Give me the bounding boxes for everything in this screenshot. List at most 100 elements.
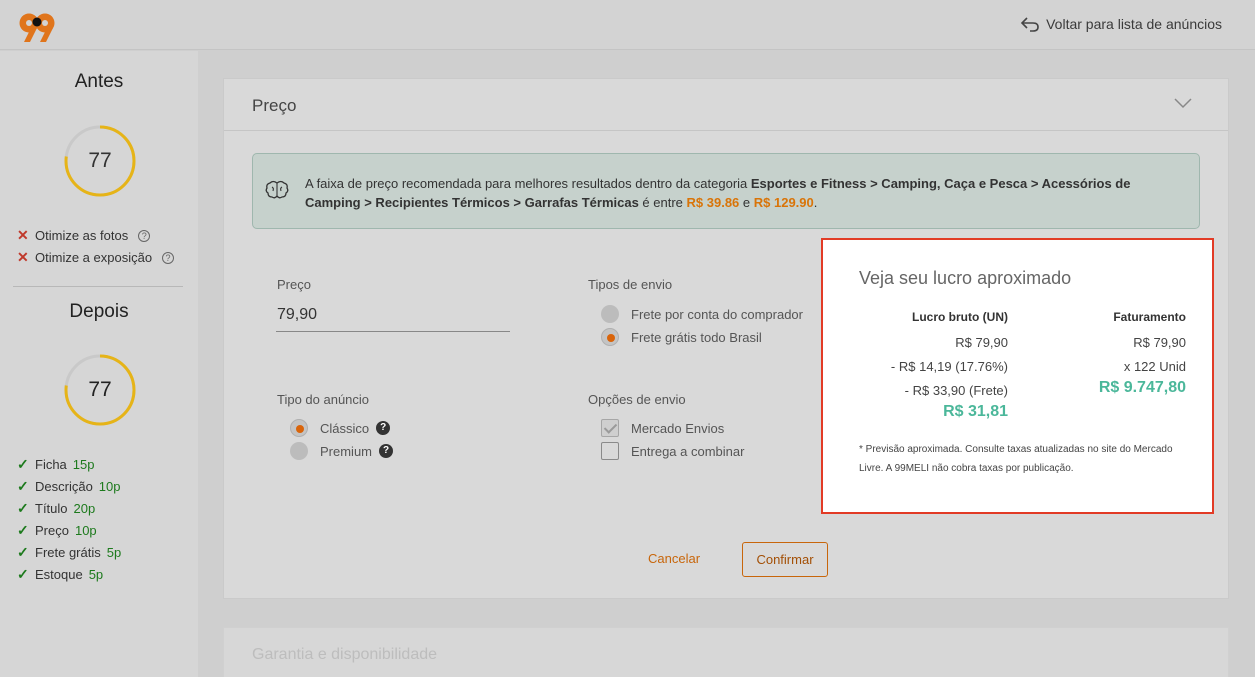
- profit-estimate-panel: Veja seu lucro aproximado Lucro bruto (U…: [821, 238, 1214, 514]
- after-score-value: 77: [88, 378, 112, 401]
- before-title: Antes: [74, 71, 124, 92]
- gross-line: - R$ 14,19 (17.76%): [890, 359, 1008, 374]
- chevron-down-icon[interactable]: [1174, 97, 1192, 109]
- before-score-gauge: 77: [63, 124, 137, 198]
- back-to-listings-link[interactable]: Voltar para lista de anúncios: [1020, 16, 1222, 32]
- achievement-points: 10p: [98, 479, 121, 494]
- price-recommendation-banner: A faixa de preço recomendada para melhor…: [252, 153, 1200, 229]
- info-prefix: A faixa de preço recomendada para melhor…: [305, 176, 751, 191]
- x-icon: ✕: [17, 227, 29, 243]
- info-and: e: [739, 195, 754, 210]
- achievement-points: 20p: [73, 501, 96, 516]
- radio-label: Clássico: [320, 420, 370, 436]
- shipping-type-label: Tipos de envio: [588, 277, 673, 292]
- warranty-card[interactable]: Garantia e disponibilidade: [223, 627, 1229, 677]
- price-range-min: R$ 39.86: [686, 195, 740, 210]
- profit-title: Veja seu lucro aproximado: [859, 268, 1072, 288]
- achievement-item: ✓ Estoque 5p: [17, 566, 103, 583]
- radio-label: Frete por conta do comprador: [631, 306, 803, 322]
- achievement-label: Título: [35, 501, 68, 516]
- radio-shipping-buyer[interactable]: Frete por conta do comprador: [601, 305, 803, 323]
- achievement-label: Ficha: [35, 457, 67, 472]
- logo-99-icon[interactable]: [18, 10, 60, 44]
- radio-button-selected[interactable]: [290, 419, 308, 437]
- back-arrow-icon: [1020, 17, 1039, 32]
- help-icon[interactable]: ?: [376, 421, 391, 435]
- achievement-label: Descrição: [35, 479, 93, 494]
- achievement-item: ✓ Preço 10p: [17, 522, 97, 539]
- gross-line: - R$ 33,90 (Frete): [904, 383, 1008, 398]
- checkbox-mercado-envios[interactable]: Mercado Envios: [601, 419, 724, 437]
- gross-line: R$ 79,90: [955, 335, 1008, 350]
- radio-shipping-free[interactable]: Frete grátis todo Brasil: [601, 328, 762, 346]
- revenue-line: R$ 79,90: [1133, 335, 1186, 350]
- check-icon: ✓: [17, 522, 29, 538]
- check-icon: ✓: [17, 456, 29, 472]
- checkbox-label: Mercado Envios: [631, 420, 725, 436]
- issue-label: Otimize a exposição: [35, 250, 153, 265]
- price-input-underline: [276, 331, 510, 332]
- sidebar-divider: [13, 286, 183, 287]
- achievement-item: ✓ Frete grátis 5p: [17, 544, 121, 561]
- issue-label: Otimize as fotos: [35, 228, 129, 243]
- price-range-max: R$ 129.90: [753, 195, 814, 210]
- issue-item: ✕ Otimize a exposição ?: [17, 249, 175, 266]
- checkbox-entrega-combinar[interactable]: Entrega a combinar: [601, 442, 744, 460]
- x-icon: ✕: [17, 249, 29, 265]
- checkbox-label: Entrega a combinar: [631, 443, 745, 459]
- achievement-points: 15p: [72, 457, 95, 472]
- price-card-title: Preço: [252, 96, 297, 115]
- revenue-total: R$ 9.747,80: [1098, 379, 1186, 396]
- confirm-button[interactable]: Confirmar: [742, 542, 828, 577]
- achievement-points: 5p: [106, 545, 122, 560]
- checkbox[interactable]: [601, 442, 619, 460]
- achievement-label: Estoque: [35, 567, 83, 582]
- help-icon[interactable]: ?: [379, 444, 394, 458]
- price-recommendation-text: A faixa de preço recomendada para melhor…: [305, 174, 1185, 212]
- check-icon: ✓: [17, 500, 29, 516]
- brain-icon: [265, 180, 289, 199]
- info-end: .: [813, 195, 818, 210]
- info-middle: é entre: [638, 195, 687, 210]
- revenue-column: Faturamento R$ 79,90 x 122 Unid R$ 9.747…: [1063, 310, 1186, 397]
- gross-profit-column: Lucro bruto (UN) R$ 79,90 - R$ 14,19 (17…: [883, 310, 1008, 421]
- achievement-points: 10p: [74, 523, 97, 538]
- achievement-item: ✓ Ficha 15p: [17, 456, 95, 473]
- cancel-button[interactable]: Cancelar: [648, 551, 700, 566]
- score-sidebar: Antes 77 ✕ Otimize as fotos ? ✕ Otimize …: [0, 51, 198, 677]
- radio-button[interactable]: [290, 442, 308, 460]
- radio-listing-classic[interactable]: Clássico ?: [290, 419, 391, 437]
- profit-disclaimer: * Previsão aproximada. Consulte taxas at…: [859, 444, 1173, 474]
- revenue-line: x 122 Unid: [1123, 359, 1186, 374]
- achievement-points: 5p: [88, 567, 104, 582]
- help-icon[interactable]: ?: [138, 229, 151, 242]
- warranty-card-title: Garantia e disponibilidade: [252, 646, 438, 663]
- check-icon: ✓: [17, 544, 29, 560]
- listing-type-label: Tipo do anúncio: [277, 392, 370, 407]
- radio-label: Frete grátis todo Brasil: [631, 329, 762, 345]
- radio-button[interactable]: [601, 305, 619, 323]
- check-icon: ✓: [17, 566, 29, 582]
- price-input[interactable]: 79,90: [277, 306, 317, 324]
- after-score-gauge: 77: [63, 353, 137, 427]
- issue-item: ✕ Otimize as fotos ?: [17, 227, 151, 244]
- price-label: Preço: [277, 277, 311, 292]
- check-icon: ✓: [17, 478, 29, 494]
- radio-listing-premium[interactable]: Premium ?: [290, 442, 394, 460]
- achievement-item: ✓ Descrição 10p: [17, 478, 121, 495]
- achievement-label: Preço: [35, 523, 69, 538]
- help-icon[interactable]: ?: [162, 251, 175, 264]
- radio-label: Premium: [320, 443, 373, 459]
- radio-button-selected[interactable]: [601, 328, 619, 346]
- checkbox-checked[interactable]: [601, 419, 619, 437]
- after-title: Depois: [69, 301, 129, 322]
- price-card-header[interactable]: Preço: [224, 79, 1228, 131]
- achievement-item: ✓ Título 20p: [17, 500, 95, 517]
- shipping-options-label: Opções de envio: [588, 392, 686, 407]
- achievement-label: Frete grátis: [35, 545, 101, 560]
- top-bar: Voltar para lista de anúncios: [0, 0, 1255, 50]
- gross-profit-header: Lucro bruto (UN): [912, 310, 1008, 324]
- gross-profit-total: R$ 31,81: [943, 403, 1008, 420]
- revenue-header: Faturamento: [1113, 310, 1186, 324]
- before-score-value: 77: [88, 149, 112, 172]
